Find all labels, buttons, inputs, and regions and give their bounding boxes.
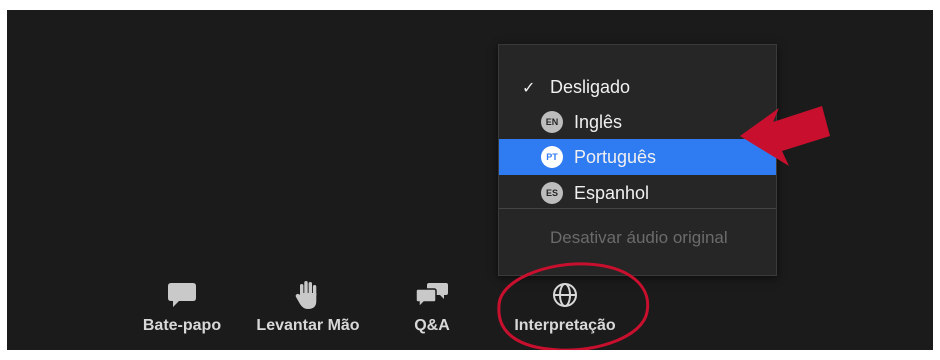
menu-item-spanish[interactable]: ES Espanhol xyxy=(499,175,776,211)
hand-icon xyxy=(295,278,321,312)
interpretation-menu: ✓ Desligado EN Inglês PT Português ES Es… xyxy=(498,44,777,276)
globe-icon xyxy=(551,278,579,312)
meeting-screen: ✓ Desligado EN Inglês PT Português ES Es… xyxy=(7,10,933,350)
interpretation-button[interactable]: Interpretação xyxy=(500,278,630,348)
menu-divider xyxy=(499,208,776,209)
menu-item-label: Espanhol xyxy=(574,182,650,203)
interpretation-label: Interpretação xyxy=(514,317,616,334)
mute-original-audio-option: Desativar áudio original xyxy=(550,228,728,247)
chat-button[interactable]: Bate-papo xyxy=(137,278,227,348)
menu-item-label: Desligado xyxy=(550,76,631,97)
menu-item-off[interactable]: ✓ Desligado xyxy=(499,69,776,105)
qa-label: Q&A xyxy=(414,317,450,334)
menu-item-english[interactable]: EN Inglês xyxy=(499,104,776,140)
spanish-language-badge-icon: ES xyxy=(541,182,563,204)
checkmark-icon: ✓ xyxy=(522,77,536,97)
menu-item-portuguese[interactable]: PT Português xyxy=(499,139,776,175)
qa-button[interactable]: Q&A xyxy=(407,278,457,348)
menu-item-label: Inglês xyxy=(574,111,623,132)
raise-hand-button[interactable]: Levantar Mão xyxy=(249,278,367,348)
english-language-badge-icon: EN xyxy=(541,111,563,133)
qa-bubbles-icon xyxy=(415,278,449,312)
chat-label: Bate-papo xyxy=(142,317,222,334)
portuguese-language-badge-icon: PT xyxy=(541,146,563,168)
raise-hand-label: Levantar Mão xyxy=(256,317,360,334)
menu-item-label: Português xyxy=(574,146,657,167)
chat-bubble-icon xyxy=(167,278,197,312)
